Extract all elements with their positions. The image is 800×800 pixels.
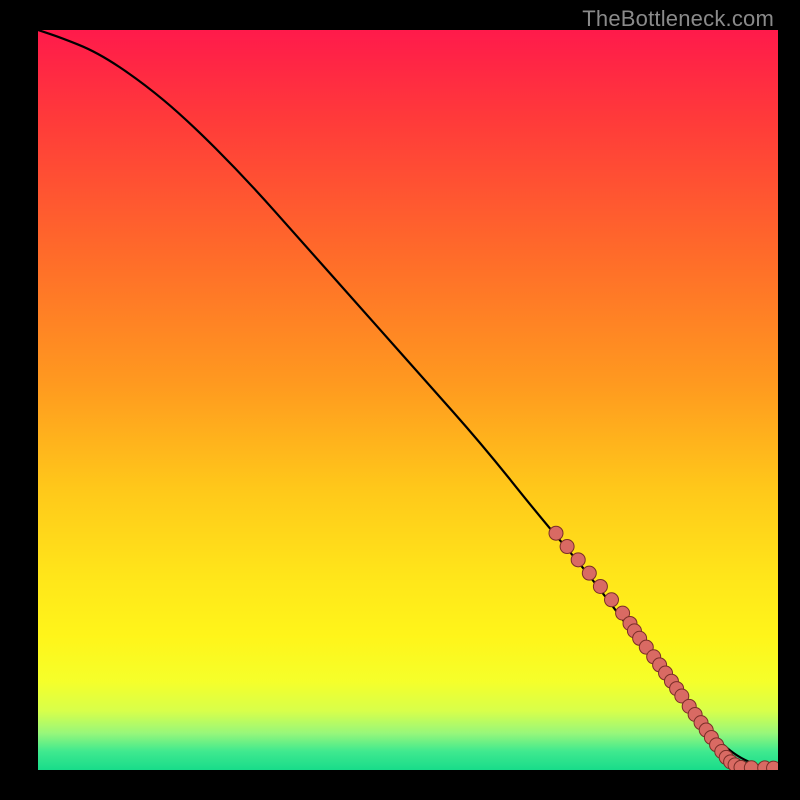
chart-stage: TheBottleneck.com (0, 0, 800, 800)
plot-background (38, 30, 778, 770)
marker-point (582, 566, 596, 580)
watermark-text: TheBottleneck.com (582, 6, 774, 32)
marker-point (560, 540, 574, 554)
bottleneck-chart (38, 30, 778, 770)
marker-point (571, 553, 585, 567)
marker-point (549, 526, 563, 540)
marker-point (744, 761, 758, 770)
marker-point (605, 593, 619, 607)
marker-point (593, 579, 607, 593)
